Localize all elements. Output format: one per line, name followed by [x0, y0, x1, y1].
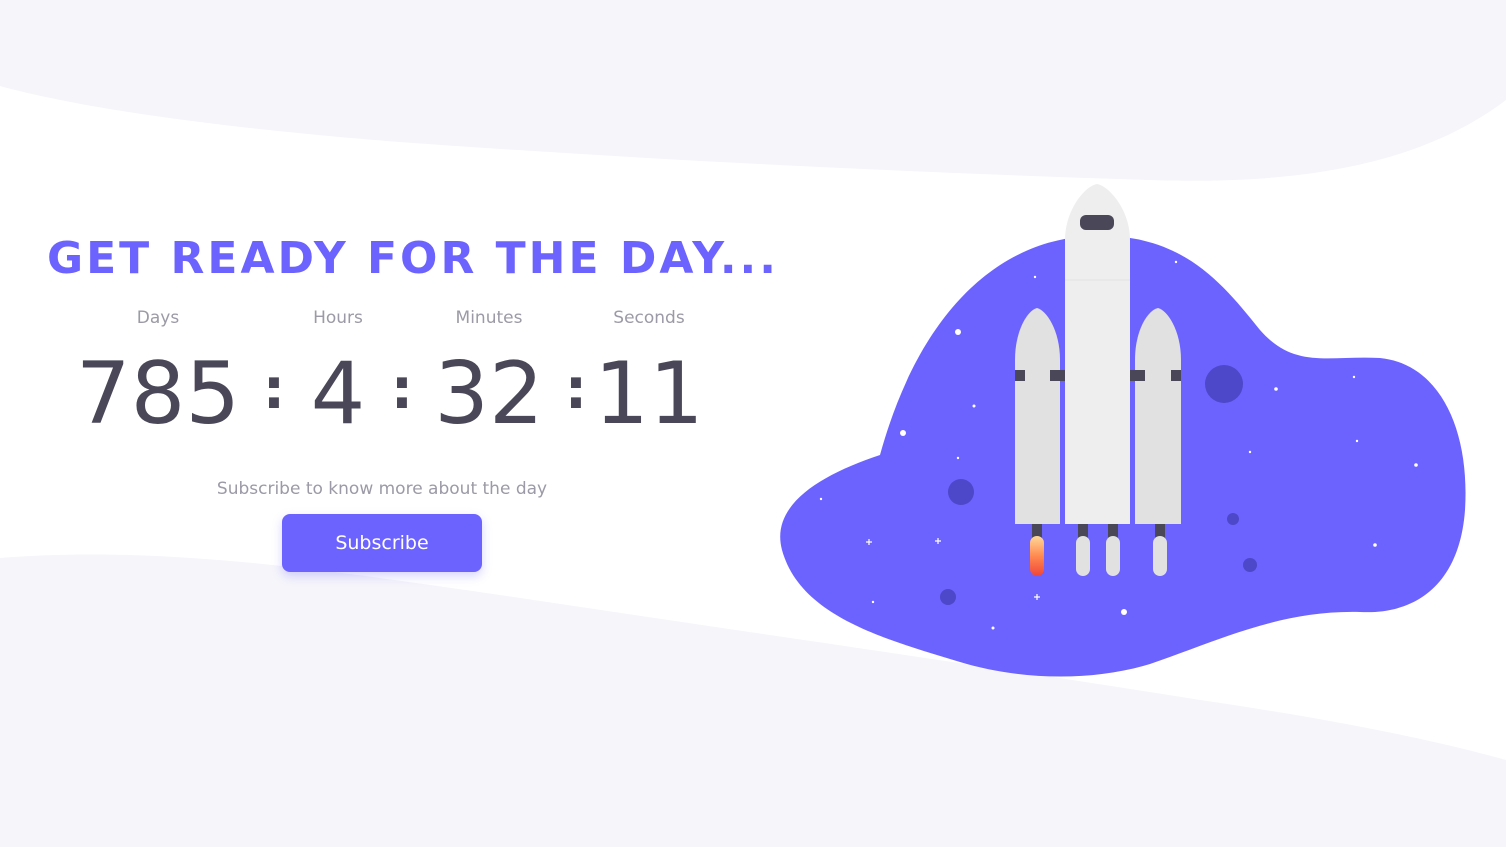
page-title: GET READY FOR THE DAY...: [47, 233, 779, 284]
seconds-value: 11: [594, 344, 704, 444]
separator-colon: :: [564, 357, 588, 422]
cockpit-window: [1080, 215, 1114, 230]
subscribe-prompt: Subscribe to know more about the day: [216, 479, 548, 499]
days-label: Days: [136, 308, 180, 328]
left-booster: [1015, 308, 1060, 524]
minutes-label: Minutes: [455, 308, 523, 328]
days-value: 785: [75, 344, 241, 444]
minutes-value: 32: [434, 344, 544, 444]
landing-page: GET READY FOR THE DAY... Days Hours Minu…: [0, 0, 1506, 847]
rocket-launch-illustration: [780, 184, 1466, 677]
main-body: [1065, 184, 1130, 524]
rocket-icon: [1015, 184, 1181, 576]
subscribe-button[interactable]: Subscribe: [282, 514, 482, 572]
hours-label: Hours: [313, 308, 363, 328]
separator-colon: :: [262, 357, 286, 422]
hours-value: 4: [310, 344, 366, 444]
flame-icon: [1030, 536, 1044, 576]
top-wave-shape: [0, 0, 1506, 181]
separator-colon: :: [390, 357, 414, 422]
seconds-label: Seconds: [613, 308, 685, 328]
right-booster: [1135, 308, 1181, 524]
